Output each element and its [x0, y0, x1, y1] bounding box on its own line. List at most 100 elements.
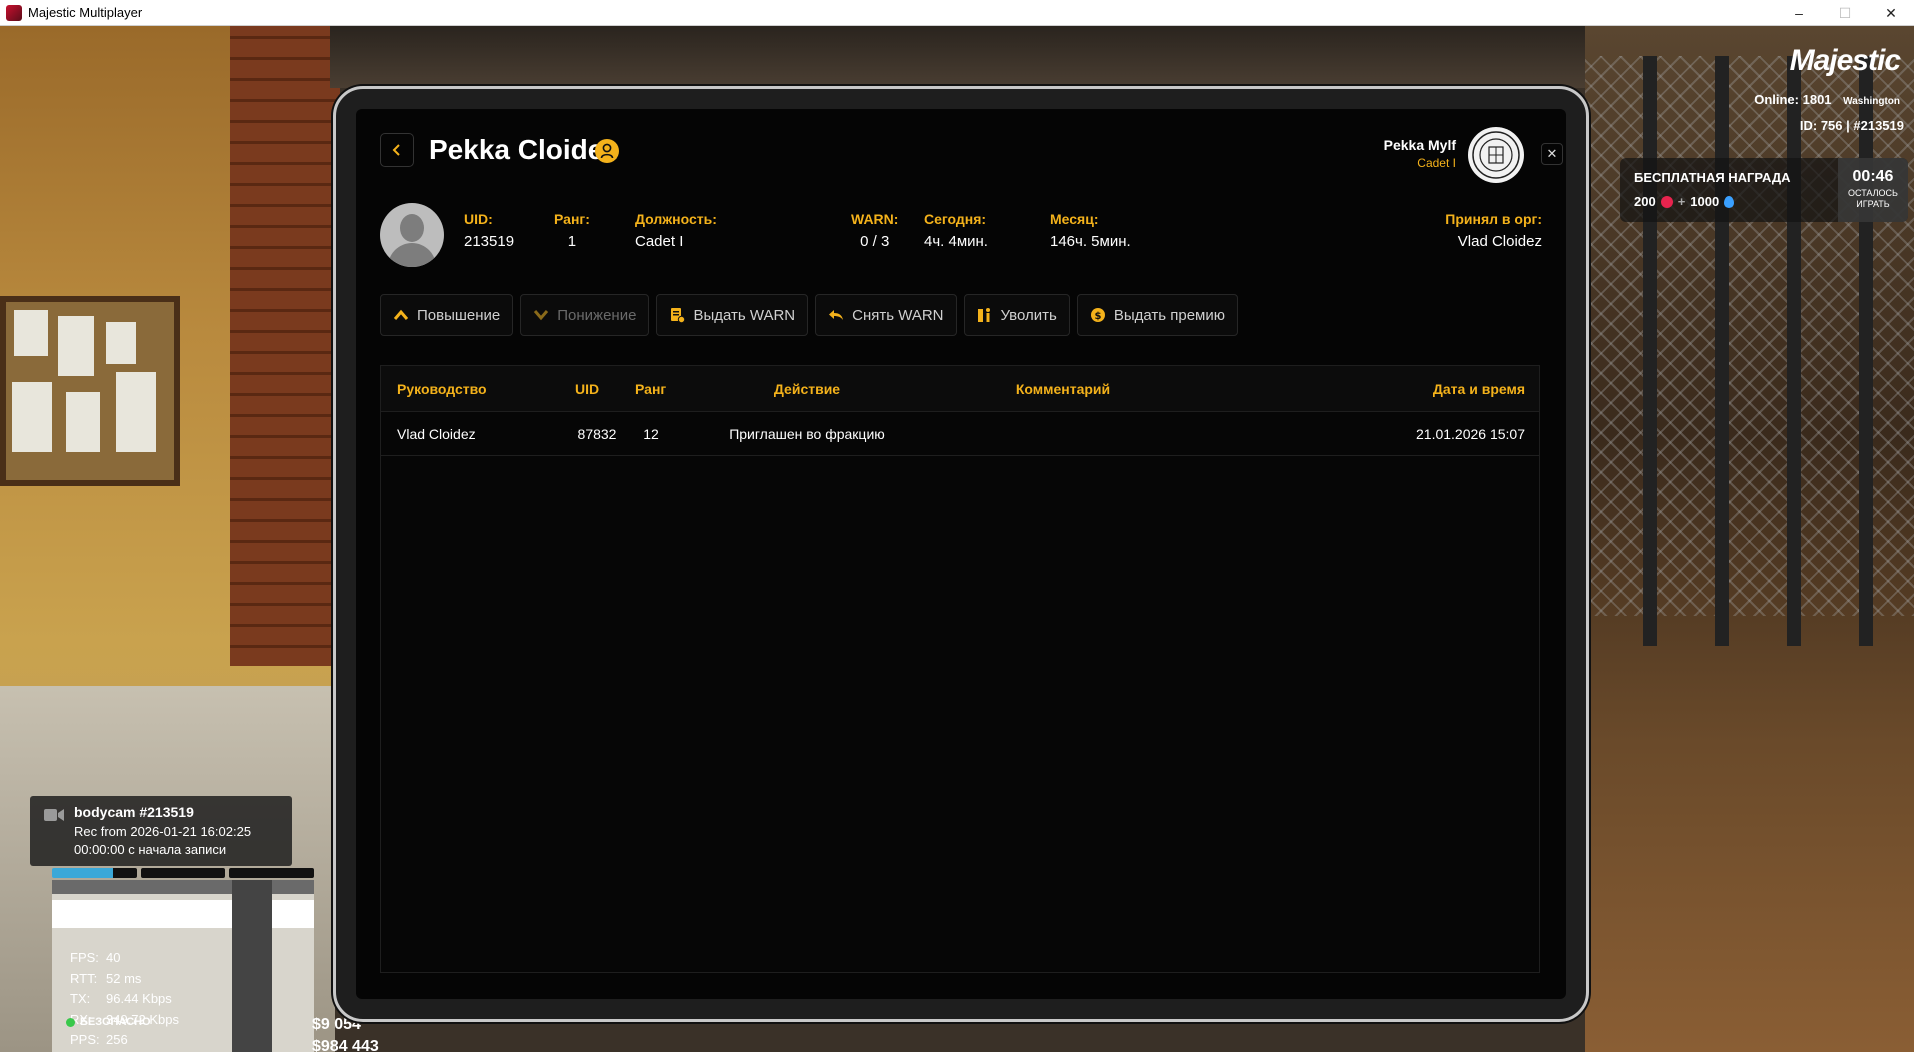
promote-button[interactable]: Повышение — [380, 294, 514, 336]
reward-timer-value: 00:46 — [1852, 168, 1894, 185]
svg-text:$: $ — [1094, 311, 1101, 322]
bodycam-rec: Rec from 2026-01-21 16:02:25 — [74, 824, 252, 839]
demote-button[interactable]: Понижение — [520, 294, 650, 336]
stat-pps-label: PPS: — [70, 1032, 100, 1047]
person-exit-icon — [977, 308, 990, 322]
bodycam-title: bodycam #213519 — [74, 804, 194, 820]
info-rank: Ранг: 1 — [554, 211, 590, 250]
col-leader: Руководство — [397, 381, 487, 397]
viewer-info: Pekka Mylf Cadet I — [1384, 137, 1456, 170]
cell-action: Приглашен во фракцию — [729, 426, 885, 442]
dollar-coin-icon: $ — [1090, 308, 1105, 322]
status-bars — [52, 868, 315, 878]
table-header: Руководство UID Ранг Действие Комментари… — [381, 366, 1539, 412]
safe-zone-indicator: БЕЗОПАСНО — [66, 1016, 151, 1028]
brand-logo: Majestic — [1789, 44, 1901, 77]
scene-notice-board — [0, 296, 180, 486]
action-buttons: Повышение Понижение Выдать WARN Снять WA… — [380, 294, 1238, 336]
accepted-label: Принял в орг: — [1445, 211, 1542, 227]
viewer-rank: Cadet I — [1417, 156, 1456, 170]
cell-leader: Vlad Cloidez — [397, 426, 476, 442]
month-label: Месяц: — [1050, 211, 1099, 227]
promote-label: Повышение — [417, 306, 501, 324]
scene-ceiling — [330, 26, 1590, 88]
stat-fps-label: FPS: — [70, 950, 99, 965]
stat-pps-value: 256 — [106, 1032, 128, 1047]
rank-value: 1 — [567, 233, 577, 250]
window-titlebar: Majestic Multiplayer – ☐ ✕ — [0, 0, 1914, 26]
maximize-button[interactable]: ☐ — [1822, 0, 1868, 26]
back-button[interactable] — [380, 133, 414, 167]
user-icon — [595, 139, 619, 163]
safe-dot-icon — [66, 1017, 75, 1027]
reward-timer-label-2: ИГРАТЬ — [1856, 199, 1890, 209]
accepted-value: Vlad Cloidez — [1457, 233, 1542, 250]
today-value: 4ч. 4мин. — [924, 233, 988, 250]
col-action: Действие — [773, 381, 841, 397]
member-profile-screen: Pekka Cloidez Pekka Mylf Cadet I ✕ UID: … — [356, 109, 1566, 999]
avatar — [380, 203, 444, 267]
warn-label: WARN: — [851, 211, 899, 227]
stat-tx-value: 96.44 Kbps — [106, 991, 172, 1006]
server-name: Washington — [1843, 96, 1900, 107]
table-row[interactable]: Vlad Cloidez 87832 12 Приглашен во фракц… — [381, 412, 1539, 456]
online-counter: Online: 1801 Washington — [1754, 92, 1900, 107]
window-title: Majestic Multiplayer — [28, 5, 143, 20]
tablet-frame: Pekka Cloidez Pekka Mylf Cadet I ✕ UID: … — [333, 86, 1589, 1022]
close-window-button[interactable]: ✕ — [1868, 0, 1914, 26]
reward-timer-label-1: ОСТАЛОСЬ — [1848, 188, 1898, 198]
video-camera-icon — [44, 809, 64, 821]
app-icon — [6, 4, 22, 21]
droplet-icon — [1724, 195, 1735, 208]
remove-warn-button[interactable]: Снять WARN — [815, 294, 957, 336]
fire-label: Уволить — [1000, 306, 1057, 324]
info-warn: WARN: 0 / 3 — [851, 211, 898, 250]
position-value: Cadet I — [635, 233, 684, 250]
close-button[interactable]: ✕ — [1541, 143, 1563, 165]
stat-rtt-label: RTT: — [70, 970, 98, 986]
player-name: Pekka Cloidez — [429, 134, 618, 165]
bodycam-overlay: bodycam #213519 Rec from 2026-01-21 16:0… — [30, 796, 292, 866]
stat-tx-label: TX: — [70, 991, 91, 1006]
online-label: Online: — [1754, 92, 1799, 107]
info-position: Должность: Cadet I — [635, 211, 717, 250]
info-today: Сегодня: 4ч. 4мин. — [924, 211, 988, 250]
warn-value: 0 / 3 — [860, 233, 890, 250]
cell-uid: 87832 — [577, 426, 617, 442]
info-accepted-by: Принял в орг: Vlad Cloidez — [1445, 211, 1542, 250]
chevron-down-icon — [534, 310, 549, 321]
free-reward-panel[interactable]: БЕСПЛАТНАЯ НАГРАДА 200 + 1000 00:46 ОСТА… — [1620, 158, 1908, 222]
remove-warn-label: Снять WARN — [852, 306, 944, 324]
armor-bar — [140, 868, 226, 878]
col-uid: UID — [575, 381, 600, 397]
col-rank: Ранг — [635, 381, 667, 397]
uid-value: 213519 — [464, 233, 515, 250]
history-table: Руководство UID Ранг Действие Комментари… — [380, 365, 1540, 973]
demote-label: Понижение — [557, 306, 637, 324]
health-bar — [52, 868, 137, 878]
minimize-button[interactable]: – — [1776, 0, 1822, 26]
info-month: Месяц: 146ч. 5мин. — [1050, 211, 1131, 250]
stat-fps-value: 40 — [106, 950, 121, 965]
chevron-up-icon — [393, 309, 409, 320]
reward-amounts: 200 + 1000 — [1634, 194, 1735, 209]
scene-cell-bars — [1585, 56, 1914, 646]
reward-title: БЕСПЛАТНАЯ НАГРАДА — [1634, 170, 1791, 185]
reward-amount-coins: 200 — [1634, 194, 1656, 209]
scene-brick-column — [230, 26, 340, 666]
give-warn-button[interactable]: Выдать WARN — [656, 294, 809, 336]
today-label: Сегодня: — [924, 211, 987, 227]
info-uid: UID: 213519 — [464, 211, 514, 250]
reward-plus: + — [1677, 194, 1686, 209]
close-icon: ✕ — [1546, 146, 1558, 161]
bonus-button[interactable]: $ Выдать премию — [1076, 294, 1238, 336]
police-seal-icon — [1468, 127, 1524, 183]
reward-amount-drops: 1000 — [1690, 194, 1720, 209]
network-stats: FPS: 40 RTT: 52 ms TX: 96.44 Kbps RX: 349.72… — [70, 948, 179, 1051]
position-label: Должность: — [635, 211, 717, 227]
cell-rank: 12 — [643, 426, 659, 442]
reward-timer: 00:46 ОСТАЛОСЬ ИГРАТЬ — [1838, 158, 1908, 222]
fire-button[interactable]: Уволить — [963, 294, 1070, 336]
coin-icon — [1660, 195, 1673, 208]
rank-label: Ранг: — [554, 211, 590, 227]
